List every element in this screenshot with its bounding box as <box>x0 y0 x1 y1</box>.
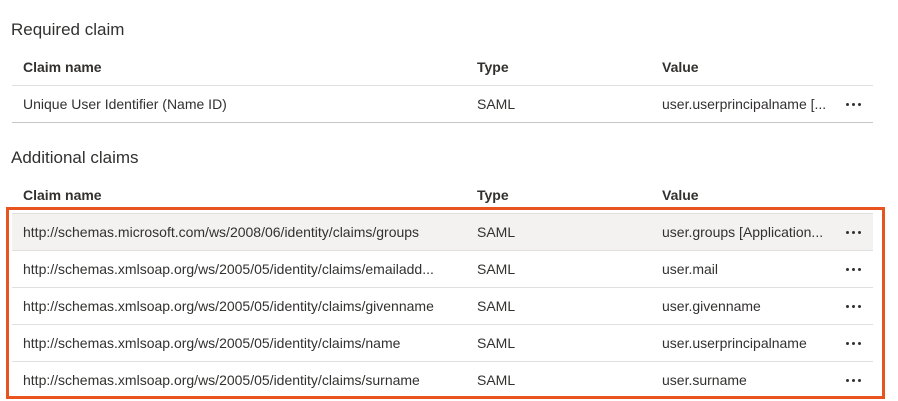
claim-value-cell: user.groups [Application... <box>662 224 824 240</box>
claim-type-cell: SAML <box>477 372 516 388</box>
header-type: Type <box>477 59 509 75</box>
claim-type-cell: SAML <box>477 224 516 240</box>
claim-name-cell: Unique User Identifier (Name ID) <box>23 96 227 112</box>
claim-value-cell: user.givenname <box>662 298 761 314</box>
header-value: Value <box>662 187 699 203</box>
claim-type-cell: SAML <box>477 335 516 351</box>
required-claim-table: Claim name Type Value Unique User Identi… <box>12 49 873 123</box>
claim-value-cell: user.userprincipalname [... <box>662 96 827 112</box>
table-header: Claim name Type Value <box>12 177 873 214</box>
more-options-button[interactable] <box>838 214 868 250</box>
header-value: Value <box>662 59 699 75</box>
claim-name-cell: http://schemas.xmlsoap.org/ws/2005/05/id… <box>23 372 420 388</box>
claim-name-cell: http://schemas.xmlsoap.org/ws/2005/05/id… <box>23 335 401 351</box>
claim-value-cell: user.surname <box>662 372 747 388</box>
more-options-button[interactable] <box>838 86 868 122</box>
more-options-icon <box>845 230 861 234</box>
table-row[interactable]: http://schemas.xmlsoap.org/ws/2005/05/id… <box>12 362 873 398</box>
claim-name-cell: http://schemas.xmlsoap.org/ws/2005/05/id… <box>23 261 434 277</box>
more-options-button[interactable] <box>838 362 868 398</box>
more-options-button[interactable] <box>838 325 868 361</box>
header-claim-name: Claim name <box>23 187 102 203</box>
additional-claims-table: Claim name Type Value http://schemas.mic… <box>12 177 873 398</box>
additional-claims-title: Additional claims <box>11 148 139 167</box>
more-options-icon <box>845 378 861 382</box>
table-row[interactable]: Unique User Identifier (Name ID) SAML us… <box>12 86 873 123</box>
table-row[interactable]: http://schemas.xmlsoap.org/ws/2005/05/id… <box>12 288 873 325</box>
claim-name-cell: http://schemas.microsoft.com/ws/2008/06/… <box>23 224 420 240</box>
more-options-button[interactable] <box>838 288 868 324</box>
claim-type-cell: SAML <box>477 298 516 314</box>
table-row[interactable]: http://schemas.xmlsoap.org/ws/2005/05/id… <box>12 251 873 288</box>
header-type: Type <box>477 187 509 203</box>
more-options-button[interactable] <box>838 251 868 287</box>
claim-value-cell: user.mail <box>662 261 719 277</box>
more-options-icon <box>845 267 861 271</box>
table-header: Claim name Type Value <box>12 49 873 86</box>
header-claim-name: Claim name <box>23 59 102 75</box>
more-options-icon <box>845 304 861 308</box>
claim-type-cell: SAML <box>477 261 516 277</box>
table-row[interactable]: http://schemas.microsoft.com/ws/2008/06/… <box>12 214 873 251</box>
more-options-icon <box>845 102 861 106</box>
claim-type-cell: SAML <box>477 96 516 112</box>
more-options-icon <box>845 341 861 345</box>
claim-value-cell: user.userprincipalname <box>662 335 807 351</box>
claim-name-cell: http://schemas.xmlsoap.org/ws/2005/05/id… <box>23 298 434 314</box>
table-row[interactable]: http://schemas.xmlsoap.org/ws/2005/05/id… <box>12 325 873 362</box>
required-claim-title: Required claim <box>11 20 125 39</box>
